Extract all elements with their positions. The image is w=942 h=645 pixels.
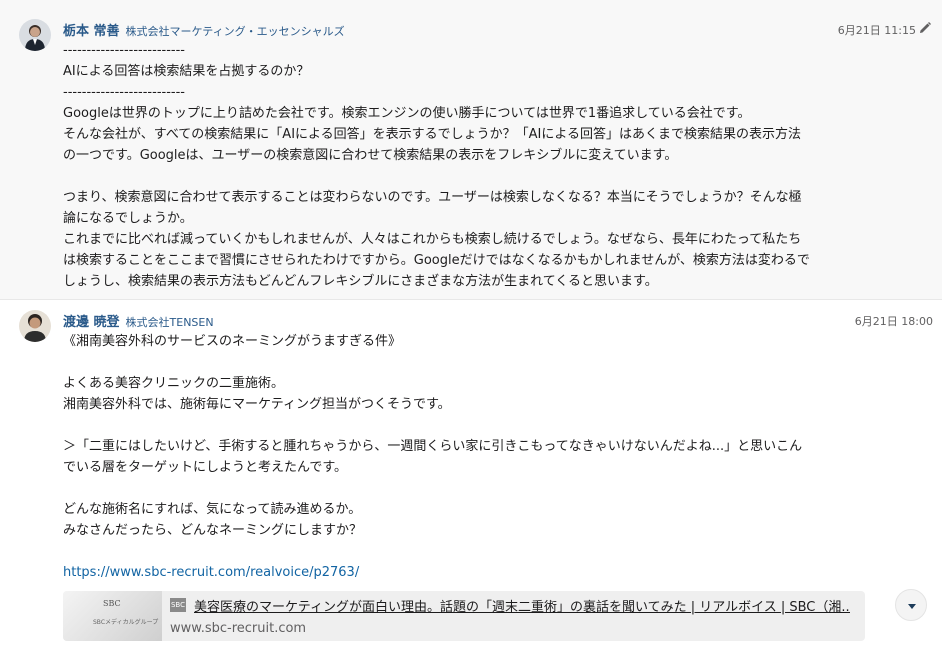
thumbnail-caption: SBCメディカルグループ bbox=[93, 619, 159, 626]
sender-name[interactable]: 栃本 常善 bbox=[63, 20, 120, 39]
message-line: -------------------------- bbox=[63, 85, 185, 100]
avatar[interactable] bbox=[19, 310, 51, 342]
message-line: しょうし、検索結果の表示方法もどんどんフレキシブルにさまざまな方法が生まれてくる… bbox=[63, 274, 658, 289]
preview-thumbnail[interactable]: SBC SBCメディカルグループ bbox=[63, 591, 162, 641]
link-preview[interactable]: SBC SBCメディカルグループ SBC 美容医療のマーケティングが面白い理由。… bbox=[63, 591, 865, 641]
message-header: 渡邊 暁登 株式会社TENSEN bbox=[63, 311, 214, 330]
sender-company: 株式会社TENSEN bbox=[125, 316, 214, 329]
chevron-down-icon bbox=[908, 604, 916, 609]
message-body: -------------------------- AIによる回答は検索結果を… bbox=[63, 40, 873, 292]
sender-company: 株式会社マーケティング・エッセンシャルズ bbox=[125, 25, 345, 38]
sender-name[interactable]: 渡邊 暁登 bbox=[63, 311, 120, 330]
thumbnail-logo: SBC bbox=[103, 599, 121, 608]
message-header: 栃本 常善 株式会社マーケティング・エッセンシャルズ bbox=[63, 20, 345, 39]
message-line: -------------------------- bbox=[63, 43, 185, 58]
message-1[interactable]: 栃本 常善 株式会社マーケティング・エッセンシャルズ 6月21日 11:15 -… bbox=[0, 0, 942, 300]
message-line: これまでに比べれば減っていくかもしれませんが、人々はこれからも検索し続けるでしょ… bbox=[63, 232, 802, 247]
message-line: つまり、検索意図に合わせて表示することは変わらないのです。ユーザーは検索しなくな… bbox=[63, 190, 802, 205]
message-body: 《湘南美容外科のサービスのネーミングがうますぎる件》 よくある美容クリニックの二… bbox=[63, 331, 873, 583]
message-line: そんな会社が、すべての検索結果に「AIによる回答」を表示するでしょうか？「AIに… bbox=[63, 127, 801, 142]
message-link[interactable]: https://www.sbc-recruit.com/realvoice/p2… bbox=[63, 565, 359, 580]
pencil-icon[interactable] bbox=[918, 20, 932, 34]
timestamp[interactable]: 6月21日 18:00 bbox=[855, 313, 933, 329]
message-line: でいる層をターゲットにしようと考えたんです。 bbox=[63, 460, 348, 475]
avatar[interactable] bbox=[19, 19, 51, 51]
message-line: 《湘南美容外科のサービスのネーミングがうますぎる件》 bbox=[63, 334, 402, 349]
message-line: AIによる回答は検索結果を占拠するのか？ bbox=[63, 64, 310, 79]
message-2[interactable]: 渡邊 暁登 株式会社TENSEN 6月21日 18:00 《湘南美容外科のサービ… bbox=[0, 301, 942, 645]
message-line: ＞「二重にはしたいけど、手術すると腫れちゃうから、一週間くらい家に引きこもってな… bbox=[63, 439, 803, 454]
timestamp[interactable]: 6月21日 11:15 bbox=[838, 22, 916, 38]
message-line: の一つです。Googleは、ユーザーの検索意図に合わせて検索結果の表示をフレキシ… bbox=[63, 148, 678, 163]
message-line: は検索することをここまで習慣にさせられたわけですから。Googleだけではなくな… bbox=[63, 253, 810, 268]
preview-domain: www.sbc-recruit.com bbox=[170, 621, 307, 636]
message-line: どんな施術名にすれば、気になって読み進めるか。 bbox=[63, 502, 362, 517]
message-line: よくある美容クリニックの二重施術。 bbox=[63, 376, 285, 391]
favicon-icon: SBC bbox=[170, 598, 186, 612]
message-line: Googleは世界のトップに上り詰めた会社です。検索エンジンの使い勝手については… bbox=[63, 106, 751, 121]
message-line: 論になるでしょうか。 bbox=[63, 211, 193, 226]
message-line: 湘南美容外科では、施術毎にマーケティング担当がつくそうです。 bbox=[63, 397, 451, 412]
scroll-down-button[interactable] bbox=[895, 589, 927, 621]
preview-title[interactable]: 美容医療のマーケティングが面白い理由。話題の「週末二重術」の裏話を聞いてみた |… bbox=[194, 596, 850, 615]
message-line: みなさんだったら、どんなネーミングにしますか？ bbox=[63, 523, 363, 538]
